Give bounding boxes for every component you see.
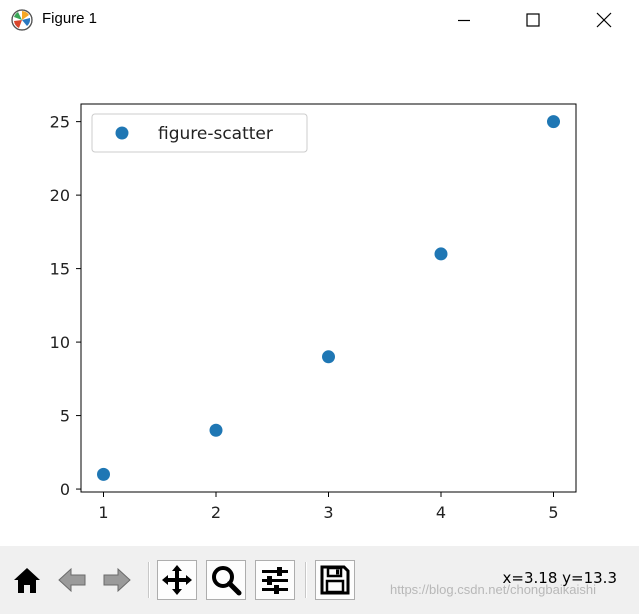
y-tick-label: 10 xyxy=(50,333,70,352)
x-tick-label: 5 xyxy=(548,503,558,522)
back-button[interactable] xyxy=(52,560,92,600)
scatter-point xyxy=(322,350,335,364)
scatter-point xyxy=(547,115,560,129)
y-tick-label: 20 xyxy=(50,186,70,205)
home-icon xyxy=(14,568,40,593)
scatter-point xyxy=(97,467,110,481)
navigation-toolbar: https://blog.csdn.net/chongbaikaishi x=3… xyxy=(0,546,639,614)
title-bar[interactable]: Figure 1 xyxy=(0,0,639,40)
figure-window: Figure 1 1 2 3 4 5 0 5 10 15 20 25 figure-sc… xyxy=(0,0,639,614)
legend-label: figure-scatter xyxy=(158,124,273,144)
maximize-icon xyxy=(526,13,540,27)
minimize-button[interactable] xyxy=(441,0,487,40)
forward-arrow-icon xyxy=(103,567,131,593)
x-tick-label: 2 xyxy=(211,503,221,522)
figure-canvas[interactable]: 1 2 3 4 5 0 5 10 15 20 25 figure-scatter xyxy=(0,40,639,546)
save-button[interactable] xyxy=(315,560,355,600)
close-icon xyxy=(596,12,612,28)
y-tick-label: 25 xyxy=(50,113,70,132)
scatter-point xyxy=(434,247,448,261)
x-tick-label: 3 xyxy=(323,503,333,522)
scatter-point xyxy=(209,423,223,437)
window-title: Figure 1 xyxy=(42,10,98,27)
forward-button[interactable] xyxy=(97,560,137,600)
save-icon xyxy=(320,565,350,595)
matplotlib-logo-icon xyxy=(11,9,33,31)
sliders-icon xyxy=(262,567,288,594)
scatter-plot[interactable]: 1 2 3 4 5 0 5 10 15 20 25 figure-scatter xyxy=(0,40,639,546)
toolbar-separator xyxy=(305,562,307,598)
axes-frame xyxy=(80,103,577,493)
x-tick-label: 1 xyxy=(98,503,108,522)
legend: figure-scatter xyxy=(91,113,308,153)
y-tick-label: 0 xyxy=(60,480,70,499)
back-arrow-icon xyxy=(58,567,86,593)
minimize-icon xyxy=(458,19,470,22)
y-tick-label: 5 xyxy=(60,407,70,426)
configure-subplots-button[interactable] xyxy=(255,560,295,600)
x-tick-label: 4 xyxy=(436,503,446,522)
maximize-button[interactable] xyxy=(510,0,556,40)
cursor-coordinates: x=3.18 y=13.3 xyxy=(502,569,617,587)
pan-icon xyxy=(162,565,192,595)
zoom-button[interactable] xyxy=(206,560,246,600)
toolbar-separator xyxy=(148,562,150,598)
home-button[interactable] xyxy=(7,560,47,600)
close-button[interactable] xyxy=(581,0,627,40)
legend-marker xyxy=(115,126,129,140)
y-tick-label: 15 xyxy=(50,260,70,279)
zoom-icon xyxy=(212,566,242,596)
pan-button[interactable] xyxy=(157,560,197,600)
